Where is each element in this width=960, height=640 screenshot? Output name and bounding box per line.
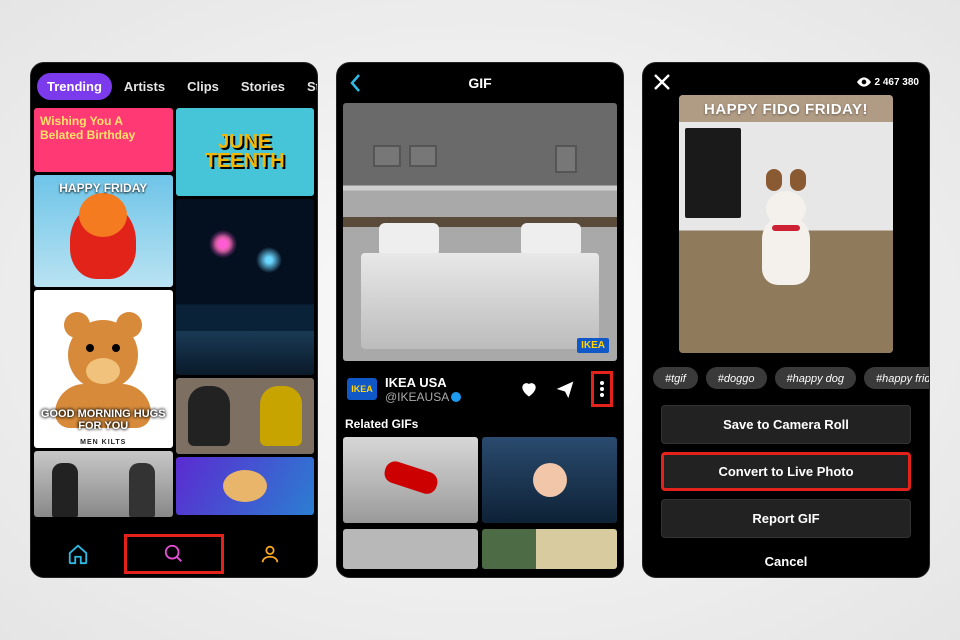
related-gif[interactable] xyxy=(343,529,478,569)
phone-trending: Trending Artists Clips Stories Stickers … xyxy=(30,62,318,578)
category-tabs: Trending Artists Clips Stories Stickers xyxy=(31,63,317,108)
close-icon xyxy=(653,73,671,91)
home-icon xyxy=(67,543,89,565)
author-handle[interactable]: @IKEAUSA xyxy=(385,390,449,404)
tag-chip[interactable]: #happy dog xyxy=(775,367,857,389)
detail-header: GIF xyxy=(337,63,623,103)
gif-tile-fireworks[interactable] xyxy=(176,199,315,375)
gif-tile-cats[interactable] xyxy=(176,457,315,515)
save-camera-roll-button[interactable]: Save to Camera Roll xyxy=(661,405,911,444)
tab-trending[interactable]: Trending xyxy=(37,73,112,100)
gif-image: WestJet xyxy=(679,122,893,353)
related-grid xyxy=(337,437,623,577)
report-gif-button[interactable]: Report GIF xyxy=(661,499,911,538)
gif-title: HAPPY FIDO FRIDAY! xyxy=(679,95,893,122)
related-label: Related GIFs xyxy=(337,417,623,437)
tab-clips[interactable]: Clips xyxy=(177,73,229,100)
page-title: GIF xyxy=(468,75,491,91)
user-icon xyxy=(259,543,281,565)
tile-caption: JUNE TEENTH xyxy=(176,133,315,171)
author-avatar[interactable]: IKEA xyxy=(347,378,377,400)
bottom-nav xyxy=(31,531,317,577)
sheet-header: 2 467 380 xyxy=(643,63,929,95)
share-button[interactable] xyxy=(555,379,583,399)
gif-tile-argue[interactable] xyxy=(176,378,315,454)
tab-stickers[interactable]: Stickers xyxy=(297,73,318,100)
tile-caption: GOOD MORNING HUGS FOR YOU xyxy=(34,408,173,432)
close-button[interactable] xyxy=(653,73,671,91)
chevron-left-icon xyxy=(349,73,363,93)
nav-search[interactable] xyxy=(124,534,223,574)
verified-icon xyxy=(451,392,461,402)
related-gif[interactable] xyxy=(482,437,617,523)
gif-tile-juneteenth[interactable]: JUNE TEENTH xyxy=(176,108,315,196)
tile-caption: HAPPY FRIDAY xyxy=(59,181,147,195)
brand-badge: IKEA xyxy=(577,338,609,353)
convert-live-photo-button[interactable]: Convert to Live Photo xyxy=(661,452,911,491)
search-icon xyxy=(163,543,185,565)
gif-preview-card[interactable]: HAPPY FIDO FRIDAY! WestJet xyxy=(679,95,893,353)
back-button[interactable] xyxy=(349,73,363,93)
gif-tile-birthday[interactable]: Wishing You A Belated Birthday xyxy=(34,108,173,172)
view-count: 2 467 380 xyxy=(857,77,920,88)
gif-main-image[interactable]: IKEA xyxy=(343,103,617,361)
send-icon xyxy=(555,379,575,399)
phone-action-sheet: 2 467 380 HAPPY FIDO FRIDAY! WestJet #tg… xyxy=(642,62,930,578)
cancel-button[interactable]: Cancel xyxy=(643,542,929,577)
tag-row: #tgif #doggo #happy dog #happy friday xyxy=(643,353,929,401)
tile-footer: MEN KILTS xyxy=(80,439,126,446)
gif-grid: Wishing You A Belated Birthday HAPPY FRI… xyxy=(31,108,317,531)
more-options-button[interactable] xyxy=(591,371,613,407)
tag-chip[interactable]: #doggo xyxy=(706,367,767,389)
author-name[interactable]: IKEA USA xyxy=(385,375,447,390)
tab-artists[interactable]: Artists xyxy=(114,73,175,100)
tag-chip[interactable]: #tgif xyxy=(653,367,698,389)
nav-home[interactable] xyxy=(31,531,124,577)
related-gif[interactable] xyxy=(482,529,617,569)
author-row: IKEA IKEA USA @IKEAUSA xyxy=(337,361,623,417)
like-button[interactable] xyxy=(519,379,547,399)
gif-tile-bear[interactable]: GOOD MORNING HUGS FOR YOU MEN KILTS xyxy=(34,290,173,448)
gif-tile-kilts[interactable] xyxy=(34,451,173,517)
gif-tile-happy-friday[interactable]: HAPPY FRIDAY xyxy=(34,175,173,287)
eye-icon xyxy=(857,77,871,87)
tab-stories[interactable]: Stories xyxy=(231,73,295,100)
tag-chip[interactable]: #happy friday xyxy=(864,367,929,389)
related-gif[interactable] xyxy=(343,437,478,523)
tile-caption: Wishing You A Belated Birthday xyxy=(40,114,167,142)
phone-gif-detail: GIF IKEA IKEA IKEA USA @IKEAUSA Related … xyxy=(336,62,624,578)
nav-profile[interactable] xyxy=(224,531,317,577)
heart-icon xyxy=(519,379,539,399)
